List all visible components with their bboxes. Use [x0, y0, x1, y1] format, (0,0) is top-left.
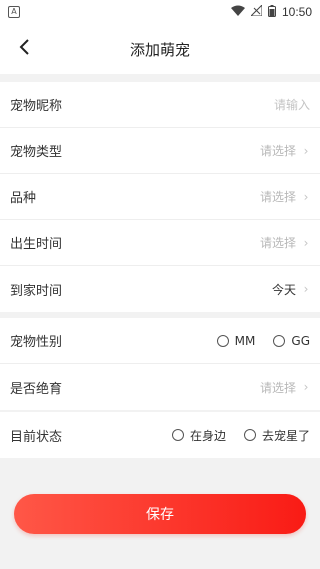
save-button[interactable]: 保存 — [14, 494, 306, 534]
status-option-with-me[interactable]: 在身边 — [171, 427, 226, 444]
gender-row: 宠物性别 MM GG — [0, 318, 320, 364]
chevron-left-icon — [19, 39, 31, 59]
gender-option-mm[interactable]: MM — [216, 333, 256, 348]
pet-type-row[interactable]: 宠物类型 请选择 › — [0, 128, 320, 174]
pet-info-section: 宠物昵称 请输入 宠物类型 请选择 › 品种 请选择 › 出生时间 请选择 › … — [0, 82, 320, 312]
radio-circle-icon — [216, 334, 229, 347]
chevron-right-icon: › — [303, 235, 309, 250]
breed-value: 请选择 — [259, 190, 296, 204]
pet-status-section: 目前状态 在身边 去宠星了 — [0, 412, 320, 458]
arrival-date-row[interactable]: 到家时间 今天 › — [0, 266, 320, 312]
pet-gender-section: 宠物性别 MM GG 是否绝育 请选择 › — [0, 318, 320, 410]
status-time: 10:50 — [281, 5, 312, 19]
breed-row[interactable]: 品种 请选择 › — [0, 174, 320, 220]
gender-option-label: GG — [291, 333, 310, 348]
arrival-date-value: 今天 — [271, 282, 296, 297]
signal-icon — [249, 3, 263, 19]
gender-option-gg[interactable]: GG — [273, 334, 310, 348]
status-option-passed-away[interactable]: 去宠星了 — [243, 427, 310, 444]
neuter-row[interactable]: 是否绝育 请选择 › — [0, 364, 320, 410]
pet-nickname-row[interactable]: 宠物昵称 请输入 — [0, 82, 320, 128]
radio-circle-icon — [243, 429, 256, 441]
app-header: 添加萌宠 — [0, 24, 320, 74]
pet-type-label: 宠物类型 — [10, 145, 63, 160]
gender-label: 宠物性别 — [10, 335, 63, 350]
birth-date-row[interactable]: 出生时间 请选择 › — [0, 220, 320, 266]
pet-type-value: 请选择 — [259, 144, 296, 158]
pet-nickname-input[interactable]: 请输入 — [274, 96, 310, 113]
neuter-label: 是否绝育 — [10, 381, 63, 397]
status-option-label: 去宠星了 — [261, 428, 310, 443]
back-button[interactable] — [12, 36, 38, 62]
wifi-icon — [230, 5, 245, 19]
pet-nickname-label: 宠物昵称 — [10, 99, 63, 114]
radio-circle-icon — [171, 429, 184, 441]
status-label: 目前状态 — [10, 429, 63, 445]
pet-nickname-placeholder: 请输入 — [273, 98, 310, 112]
radio-circle-icon — [273, 334, 286, 347]
birth-date-value: 请选择 — [259, 236, 296, 250]
status-row: 目前状态 在身边 去宠星了 — [0, 412, 320, 458]
arrival-date-label: 到家时间 — [10, 283, 63, 299]
breed-label: 品种 — [10, 191, 37, 206]
gender-option-label: MM — [234, 333, 256, 348]
status-bar: A 10:50 — [0, 0, 320, 24]
birth-date-label: 出生时间 — [10, 237, 63, 252]
chevron-right-icon: › — [303, 380, 309, 394]
chevron-right-icon: › — [303, 189, 309, 204]
page-title: 添加萌宠 — [129, 40, 190, 59]
app-notification-icon: A — [8, 6, 20, 18]
chevron-right-icon: › — [303, 143, 309, 158]
status-radio-group: 在身边 去宠星了 — [171, 427, 310, 444]
gender-radio-group: MM GG — [216, 333, 310, 348]
neuter-value: 请选择 — [259, 380, 296, 395]
status-option-label: 在身边 — [189, 428, 226, 443]
chevron-right-icon: › — [303, 282, 309, 296]
battery-icon — [267, 4, 276, 20]
